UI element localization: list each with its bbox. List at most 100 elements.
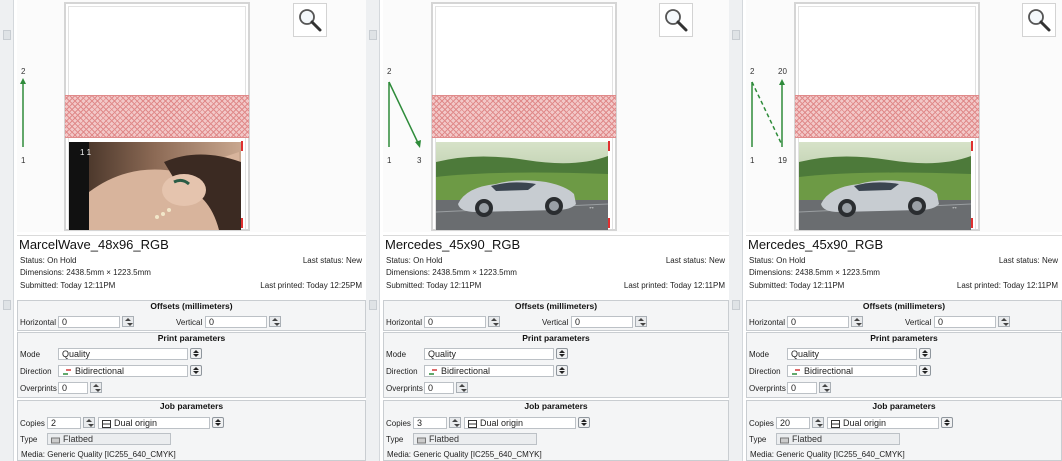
scroll-nub[interactable] bbox=[732, 300, 740, 310]
direction-label: Direction bbox=[20, 367, 52, 376]
origin-select[interactable]: Dual origin bbox=[98, 417, 210, 429]
scrollbar[interactable] bbox=[0, 0, 14, 461]
scrollbar[interactable] bbox=[366, 0, 380, 461]
direction-dropdown-button[interactable] bbox=[556, 365, 568, 376]
section-title: Print parameters bbox=[522, 333, 590, 343]
mode-dropdown-button[interactable] bbox=[919, 348, 931, 359]
horizontal-offset-stepper[interactable] bbox=[488, 316, 500, 327]
path-arrow-icon bbox=[415, 140, 421, 148]
dual-origin-icon bbox=[831, 419, 840, 428]
job-parameters-section: Job parameters Copies 2 Dual origin Type… bbox=[17, 400, 366, 461]
flatbed-icon bbox=[51, 437, 60, 444]
path-label-top-left: 2 bbox=[750, 67, 755, 76]
print-path-diagram: 2 1 3 bbox=[387, 67, 422, 165]
section-title: Print parameters bbox=[157, 333, 226, 343]
job-name: Mercedes_45x90_RGB bbox=[385, 237, 521, 252]
page-preview: 1 1 bbox=[64, 2, 250, 231]
print-path-diagram: 2 20 1 19 bbox=[750, 67, 787, 165]
job-panel-2: 2 1 3 ↔ Mercedes_45x90_RGB Status: On Ho… bbox=[366, 0, 729, 461]
origin-dropdown-button[interactable] bbox=[578, 417, 590, 428]
page-preview: ↔ bbox=[431, 2, 617, 231]
zoom-button[interactable] bbox=[1022, 3, 1056, 37]
horizontal-label: Horizontal bbox=[749, 318, 786, 327]
origin-dropdown-button[interactable] bbox=[212, 417, 224, 428]
horizontal-offset-input[interactable]: 0 bbox=[58, 316, 120, 328]
vertical-offset-input[interactable]: 0 bbox=[205, 316, 267, 328]
horizontal-offset-stepper[interactable] bbox=[851, 316, 863, 327]
scroll-nub[interactable] bbox=[3, 30, 11, 40]
origin-dropdown-button[interactable] bbox=[941, 417, 953, 428]
job-thumbnail[interactable]: ↔ bbox=[436, 142, 608, 230]
scroll-nub[interactable] bbox=[3, 300, 11, 310]
copies-input[interactable]: 20 bbox=[776, 417, 810, 429]
scroll-nub[interactable] bbox=[732, 30, 740, 40]
print-parameters-section: Print parameters Mode Quality Direction … bbox=[746, 332, 1062, 398]
copies-stepper[interactable] bbox=[812, 417, 824, 428]
direction-select[interactable]: Bidirectional bbox=[58, 365, 188, 377]
copies-input[interactable]: 3 bbox=[413, 417, 447, 429]
vertical-label: Vertical bbox=[176, 318, 203, 327]
direction-dropdown-button[interactable] bbox=[190, 365, 202, 376]
origin-select[interactable]: Dual origin bbox=[827, 417, 939, 429]
copies-stepper[interactable] bbox=[83, 417, 95, 428]
section-title: Offsets (millimeters) bbox=[862, 301, 946, 311]
overprints-stepper[interactable] bbox=[456, 382, 468, 393]
overprints-stepper[interactable] bbox=[90, 382, 102, 393]
overprints-label: Overprints bbox=[749, 384, 786, 393]
direction-select[interactable]: Bidirectional bbox=[424, 365, 554, 377]
thumbnail-caption: 1 1 bbox=[80, 148, 92, 157]
horizontal-offset-input[interactable]: 0 bbox=[787, 316, 849, 328]
scroll-nub[interactable] bbox=[369, 300, 377, 310]
vertical-label: Vertical bbox=[542, 318, 569, 327]
section-title: Offsets (millimeters) bbox=[150, 301, 233, 311]
path-arrow-icon bbox=[779, 79, 785, 85]
zoom-button[interactable] bbox=[659, 3, 693, 37]
svg-text:↔: ↔ bbox=[951, 204, 958, 211]
mode-label: Mode bbox=[20, 350, 41, 359]
vertical-offset-stepper[interactable] bbox=[269, 316, 281, 327]
vertical-offset-stepper[interactable] bbox=[998, 316, 1010, 327]
path-line bbox=[751, 81, 783, 146]
job-last-status: Last status: New bbox=[665, 256, 725, 265]
mode-select[interactable]: Quality bbox=[787, 348, 917, 360]
vertical-offset-stepper[interactable] bbox=[635, 316, 647, 327]
horizontal-offset-stepper[interactable] bbox=[122, 316, 134, 327]
path-label-top-right: 20 bbox=[778, 67, 787, 76]
mode-select[interactable]: Quality bbox=[424, 348, 554, 360]
vertical-offset-input[interactable]: 0 bbox=[934, 316, 996, 328]
scroll-nub[interactable] bbox=[369, 30, 377, 40]
job-thumbnail[interactable]: ↔ bbox=[799, 142, 971, 230]
vertical-label: Vertical bbox=[905, 318, 932, 327]
type-field: Flatbed bbox=[47, 433, 171, 445]
overprints-input[interactable]: 0 bbox=[424, 382, 454, 394]
origin-value: Dual origin bbox=[480, 418, 524, 428]
magnifier-icon bbox=[665, 9, 688, 32]
path-label-bottom-right: 3 bbox=[417, 156, 422, 165]
zoom-button[interactable] bbox=[293, 3, 327, 37]
horizontal-label: Horizontal bbox=[20, 318, 57, 327]
direction-dropdown-button[interactable] bbox=[919, 365, 931, 376]
job-thumbnail[interactable] bbox=[69, 142, 241, 230]
hatched-region bbox=[65, 95, 249, 138]
media-info: Media: Generic Quality [IC255_640_CMYK] bbox=[387, 450, 542, 459]
mode-dropdown-button[interactable] bbox=[190, 348, 202, 359]
vertical-offset-input[interactable]: 0 bbox=[571, 316, 633, 328]
overprints-stepper[interactable] bbox=[819, 382, 831, 393]
origin-select[interactable]: Dual origin bbox=[464, 417, 576, 429]
mode-select[interactable]: Quality bbox=[58, 348, 188, 360]
copies-stepper[interactable] bbox=[449, 417, 461, 428]
overprints-input[interactable]: 0 bbox=[58, 382, 88, 394]
overprints-input[interactable]: 0 bbox=[787, 382, 817, 394]
origin-value: Dual origin bbox=[114, 418, 158, 428]
direction-select[interactable]: Bidirectional bbox=[787, 365, 917, 377]
job-last-printed: Last printed: Today 12:11PM bbox=[623, 281, 725, 290]
horizontal-offset-input[interactable]: 0 bbox=[424, 316, 486, 328]
copies-input[interactable]: 2 bbox=[47, 417, 81, 429]
job-info: Mercedes_45x90_RGB Status: On Hold Last … bbox=[746, 235, 1062, 295]
job-preview: 2 1 3 ↔ bbox=[383, 0, 729, 232]
scrollbar[interactable] bbox=[729, 0, 743, 461]
crop-mark bbox=[971, 141, 973, 151]
mode-dropdown-button[interactable] bbox=[556, 348, 568, 359]
path-label-top-left: 2 bbox=[387, 67, 392, 76]
section-title: Job parameters bbox=[159, 401, 224, 411]
